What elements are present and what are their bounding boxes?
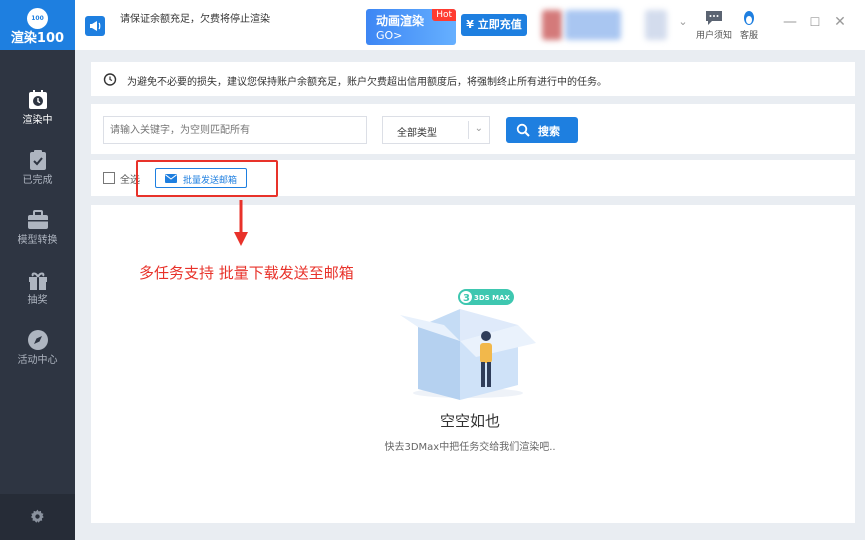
select-divider bbox=[468, 121, 469, 139]
animation-render-go: GO> bbox=[376, 29, 403, 42]
sidebar-item-model-convert[interactable]: 模型转换 bbox=[0, 204, 75, 264]
customer-service-button[interactable]: 客服 bbox=[729, 10, 769, 41]
blurred-username bbox=[565, 10, 621, 40]
sidebar-item-label: 活动中心 bbox=[17, 355, 58, 366]
sidebar-item-rendering[interactable]: 渲染中 bbox=[0, 84, 75, 144]
clock-icon bbox=[28, 90, 47, 109]
compass-icon bbox=[27, 330, 48, 350]
sidebar-item-lottery[interactable]: 抽奖 bbox=[0, 264, 75, 324]
settings-bar bbox=[0, 494, 75, 540]
logo-badge: 100 bbox=[27, 8, 48, 29]
search-input[interactable] bbox=[103, 116, 367, 144]
alarm-clock-icon bbox=[103, 73, 117, 86]
search-button-label: 搜索 bbox=[538, 125, 560, 138]
sidebar: 100 渲染100 渲染中 已完成 模型转换 抽奖 活动中心 bbox=[0, 0, 75, 540]
blurred-account bbox=[645, 10, 667, 40]
avatar[interactable] bbox=[542, 10, 562, 40]
balance-notice: 请保证余额充足，欠费将停止渲染 bbox=[120, 14, 270, 25]
briefcase-icon bbox=[27, 210, 48, 229]
minimize-button[interactable]: — bbox=[782, 14, 798, 30]
gift-icon bbox=[28, 272, 47, 290]
sidebar-item-label: 模型转换 bbox=[17, 235, 58, 246]
type-select[interactable]: 全部类型 ⌄ bbox=[382, 116, 490, 144]
chat-icon bbox=[706, 11, 722, 25]
search-button[interactable]: 搜索 bbox=[506, 117, 578, 143]
annotation-text: 多任务支持 批量下载发送至邮箱 bbox=[139, 264, 354, 282]
tip-text: 为避免不必要的损失，建议您保持账户余额充足，账户欠费超出信用额度后，将强制终止所… bbox=[127, 77, 607, 88]
sidebar-item-activity[interactable]: 活动中心 bbox=[0, 324, 75, 384]
sidebar-item-label: 渲染中 bbox=[22, 115, 53, 126]
chevron-down-icon: ⌄ bbox=[474, 123, 483, 134]
close-button[interactable]: ✕ bbox=[832, 14, 848, 30]
header: 请保证余额充足，欠费将停止渲染 动画渲染 GO> Hot ¥ 立即充值 ⌄ 用户… bbox=[75, 0, 865, 50]
animation-render-title: 动画渲染 bbox=[376, 14, 425, 28]
gear-icon[interactable] bbox=[30, 509, 45, 524]
megaphone-icon bbox=[85, 16, 105, 36]
logo-text: 渲染100 bbox=[10, 31, 65, 46]
user-notice-button[interactable]: 用户须知 bbox=[694, 10, 734, 41]
sidebar-item-label: 抽奖 bbox=[27, 295, 48, 306]
recharge-button[interactable]: ¥ 立即充值 bbox=[461, 14, 527, 36]
app-logo: 100 渲染100 bbox=[0, 0, 75, 50]
search-icon bbox=[516, 123, 530, 137]
type-select-value: 全部类型 bbox=[397, 128, 437, 139]
empty-box-illustration: 3 3DS MAX bbox=[400, 289, 536, 400]
annotation-highlight-box bbox=[136, 160, 278, 197]
maximize-button[interactable]: ☐ bbox=[807, 14, 823, 30]
sidebar-item-completed[interactable]: 已完成 bbox=[0, 144, 75, 204]
warning-tip: 为避免不必要的损失，建议您保持账户余额充足，账户欠费超出信用额度后，将强制终止所… bbox=[91, 62, 855, 96]
box-badge-3: 3 bbox=[463, 293, 470, 304]
empty-subtitle: 快去3DMax中把任务交给我们渲染吧.. bbox=[384, 442, 556, 453]
hot-badge: Hot bbox=[432, 9, 456, 21]
user-notice-label: 用户须知 bbox=[695, 31, 732, 41]
customer-service-label: 客服 bbox=[739, 31, 758, 41]
animation-render-button[interactable]: 动画渲染 GO> Hot bbox=[366, 9, 456, 45]
clipboard-check-icon bbox=[29, 150, 46, 170]
chevron-down-icon[interactable]: ⌄ bbox=[675, 14, 691, 30]
penguin-icon bbox=[744, 11, 754, 25]
select-all-checkbox[interactable] bbox=[103, 172, 115, 184]
search-bar: 全部类型 ⌄ 搜索 bbox=[91, 104, 855, 154]
annotation-arrow-icon bbox=[234, 200, 248, 246]
sidebar-item-label: 已完成 bbox=[22, 175, 53, 186]
box-badge-label: 3DS MAX bbox=[474, 294, 511, 302]
empty-title: 空空如也 bbox=[439, 412, 500, 430]
